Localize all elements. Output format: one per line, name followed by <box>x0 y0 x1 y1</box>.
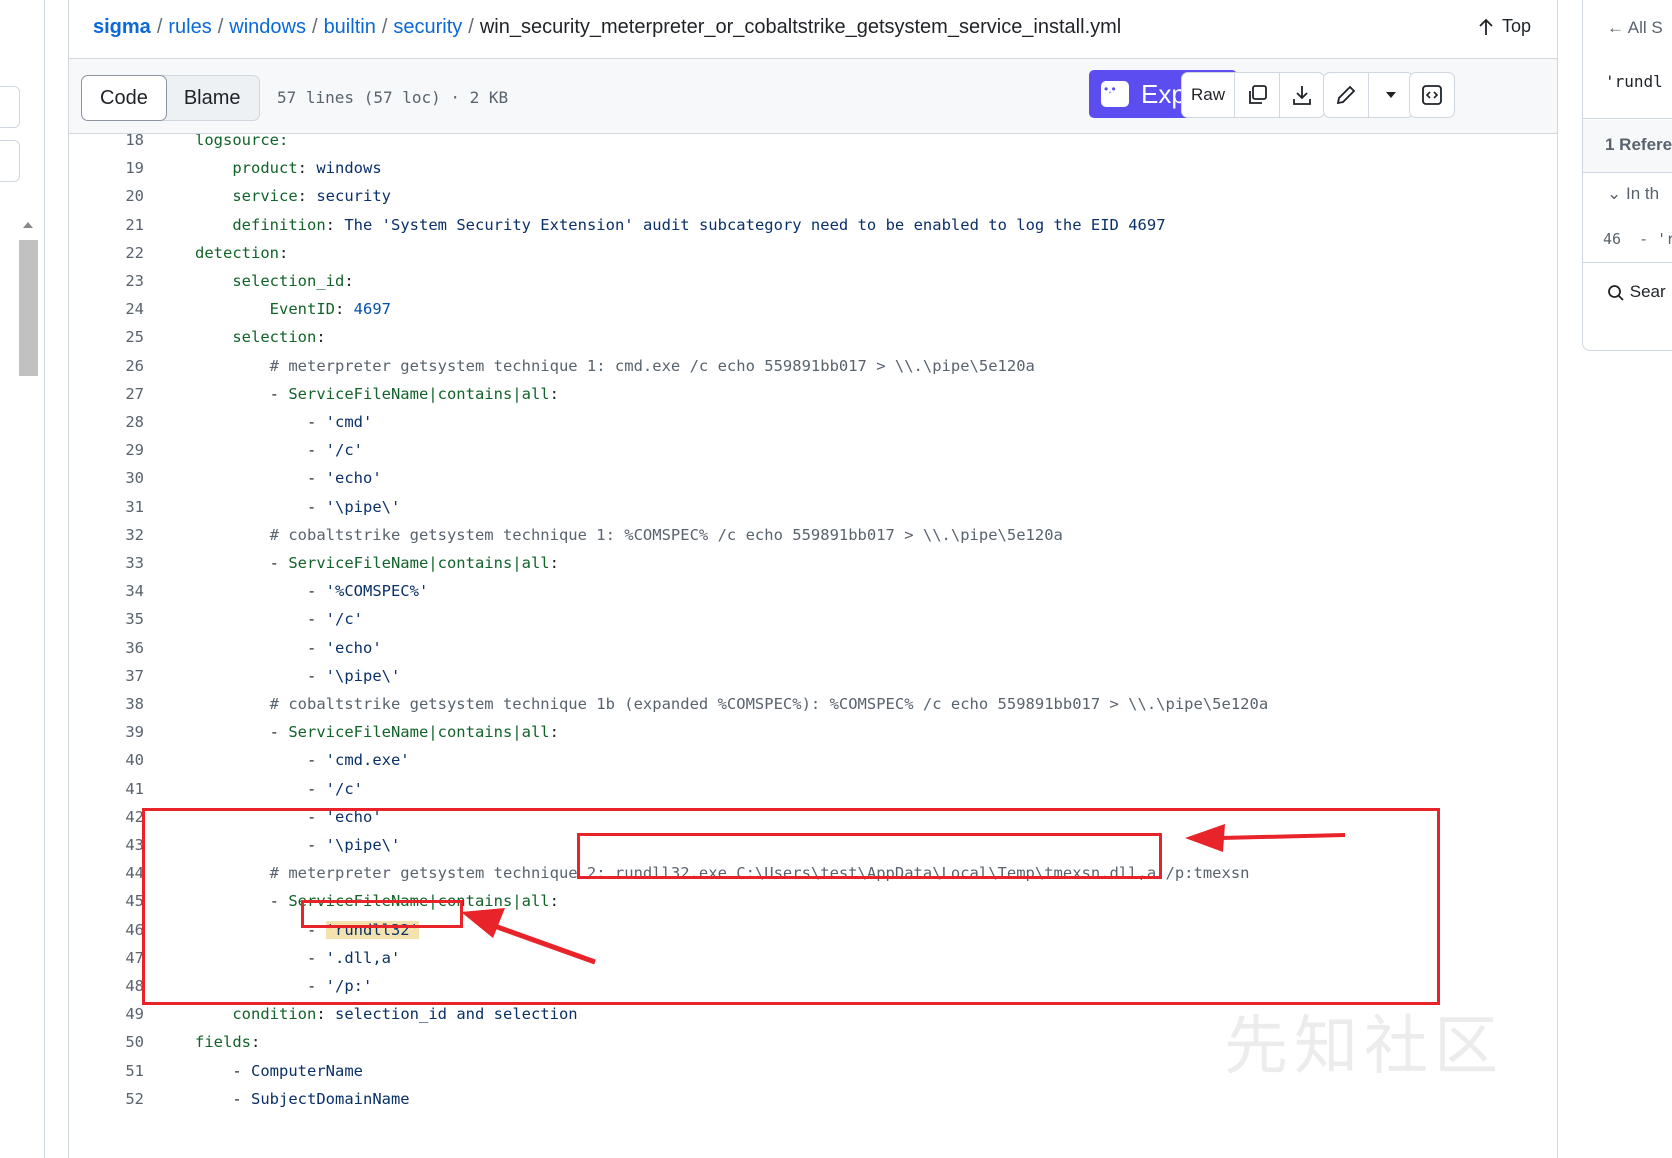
all-symbols-link[interactable]: ← All S <box>1607 18 1672 38</box>
divider <box>1583 262 1672 263</box>
reference-line-number: 46 <box>1603 230 1622 248</box>
scrollbar-thumb[interactable] <box>19 240 38 376</box>
scroll-up-icon[interactable] <box>23 222 33 228</box>
search-label: Sear <box>1629 282 1666 301</box>
reference-line[interactable]: 46 - 'r <box>1603 230 1672 248</box>
scrollbar[interactable] <box>19 222 38 376</box>
search-icon <box>1608 284 1624 301</box>
reference-group-toggle[interactable]: ⌄ In th <box>1607 184 1672 204</box>
left-sidebar-strip <box>0 0 45 1158</box>
chevron-down-icon: ⌄ <box>1607 184 1622 203</box>
symbol-name: 'rundl <box>1605 72 1663 91</box>
arrow-left-icon: ← <box>1607 18 1624 37</box>
symbols-panel: ← All S 'rundl 1 Refere ⌄ In th 46 - 'r … <box>1582 0 1672 351</box>
file-view: sigma / rules / windows / builtin / security / win… <box>68 0 1558 1158</box>
reference-group-label: In th <box>1625 184 1660 203</box>
divider <box>1583 172 1672 173</box>
annotation-arrow-head <box>1185 824 1225 852</box>
watermark: 先知社区 <box>1224 1010 1504 1084</box>
references-header: 1 Refere <box>1583 120 1672 172</box>
search-for-symbol-link[interactable]: Sear <box>1607 282 1672 302</box>
all-symbols-label: All S <box>1627 18 1663 37</box>
divider <box>1583 118 1672 119</box>
sidebar-toggle-button[interactable] <box>0 140 20 182</box>
reference-line-text: - 'r <box>1639 230 1672 248</box>
sidebar-search-button[interactable] <box>0 86 20 128</box>
annotation-arrows <box>461 824 1346 965</box>
annotation-arrow-head <box>461 908 505 938</box>
annotation-arrow-line <box>488 921 596 965</box>
annotation-arrow-line <box>1220 833 1346 840</box>
